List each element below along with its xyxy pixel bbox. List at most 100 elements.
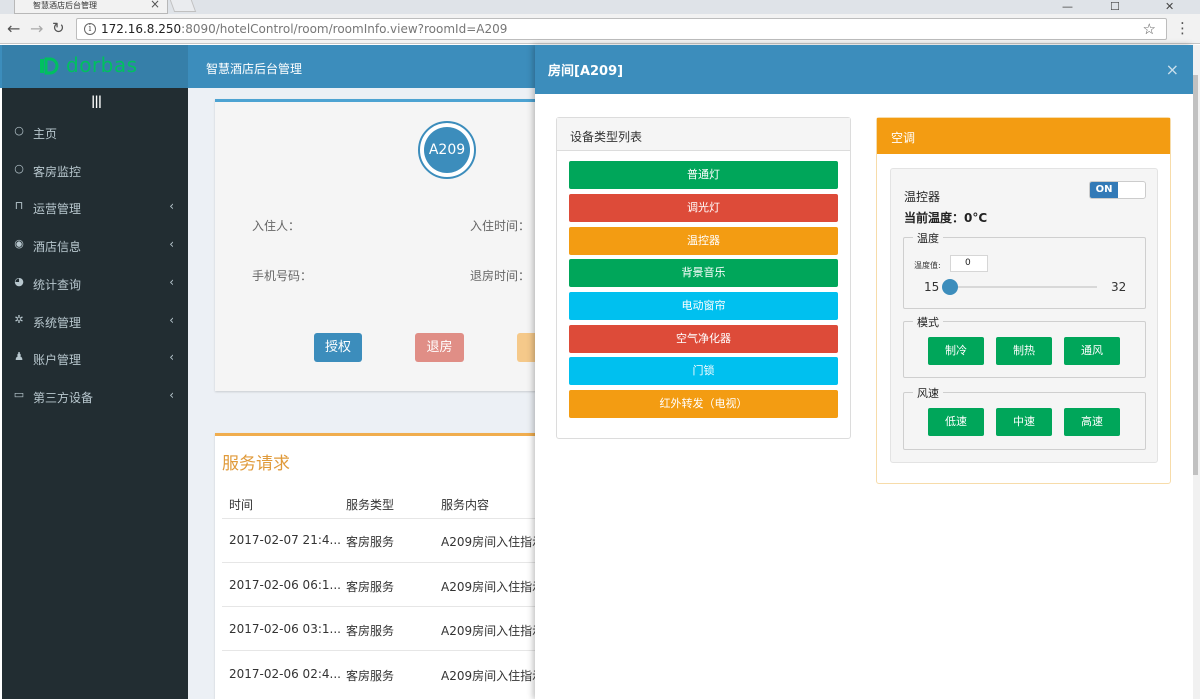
- sidebar-item-label: 酒店信息: [33, 240, 82, 254]
- fan-speed-fieldset: 风速 低速 中速 高速: [903, 385, 1146, 450]
- device-button-music[interactable]: 背景音乐: [569, 259, 838, 287]
- mode-fan-button[interactable]: 通风: [1064, 337, 1120, 365]
- checkout-button[interactable]: 退房: [415, 333, 464, 362]
- sidebar-item-operations[interactable]: ⊓ 运营管理 ‹: [2, 196, 188, 220]
- sidebar-item-label: 第三方设备: [33, 391, 94, 405]
- device-button-dimmer[interactable]: 调光灯: [569, 194, 838, 222]
- address-bar[interactable]: i 172.16.8.250:8090/hotelControl/room/ro…: [76, 18, 1167, 40]
- speed-low-button[interactable]: 低速: [928, 408, 984, 436]
- table-cell-time: 2017-02-06 02:4...: [229, 667, 341, 681]
- checkin-time-label: 入住时间：: [470, 219, 531, 233]
- logo-mark-icon: [40, 57, 59, 75]
- table-cell-content: A209房间入住指示: [441, 624, 545, 638]
- table-cell-content: A209房间入住指示: [441, 580, 545, 594]
- ac-header: 空调: [877, 118, 1170, 154]
- sidebar: ||| ○ 主页 ○ 客房监控 ⊓ 运营管理 ‹ ◉ 酒店信息 ‹ ◕ 统计查询…: [2, 88, 188, 699]
- power-toggle[interactable]: ON: [1089, 181, 1146, 199]
- speed-medium-button[interactable]: 中速: [996, 408, 1052, 436]
- air-conditioner-panel: 空调 温控器 ON 当前温度：0°C 温度 温度值: 0 15 32 模式 制冷…: [876, 117, 1171, 484]
- new-tab-button[interactable]: [169, 0, 197, 12]
- temperature-value-field[interactable]: 0: [950, 255, 988, 272]
- sidebar-item-system[interactable]: ✲ 系统管理 ‹: [2, 310, 188, 334]
- maximize-icon[interactable]: ☐: [1110, 0, 1120, 13]
- tab-close-icon[interactable]: ×: [150, 0, 160, 10]
- slider-min-label: 15: [924, 280, 940, 294]
- temperature-slider-handle[interactable]: [942, 279, 958, 295]
- device-button-light[interactable]: 普通灯: [569, 161, 838, 189]
- device-button-curtain[interactable]: 电动窗帘: [569, 292, 838, 320]
- temperature-slider-track[interactable]: [949, 286, 1097, 288]
- room-card: [215, 99, 545, 391]
- table-cell-type: 客房服务: [346, 580, 395, 594]
- thermostat-label: 温控器: [904, 190, 941, 204]
- circle-icon: ○: [14, 124, 24, 137]
- speed-high-button[interactable]: 高速: [1064, 408, 1120, 436]
- back-arrow-icon[interactable]: ←: [7, 19, 20, 38]
- sidebar-item-room-monitor[interactable]: ○ 客房监控: [2, 159, 188, 183]
- browser-toolbar: ← → ↻ i 172.16.8.250:8090/hotelControl/r…: [0, 14, 1200, 44]
- device-button-ir-tv[interactable]: 红外转发（电视）: [569, 390, 838, 418]
- toggle-on-label: ON: [1090, 182, 1118, 198]
- chevron-left-icon: ‹: [169, 313, 174, 327]
- slider-max-label: 32: [1111, 280, 1127, 294]
- room-modal: 房间[A209] × 设备类型列表 普通灯 调光灯 温控器 背景音乐 电动窗帘 …: [535, 45, 1193, 699]
- device-button-air-purifier[interactable]: 空气净化器: [569, 325, 838, 353]
- site-info-icon[interactable]: i: [84, 23, 96, 35]
- window-close-icon[interactable]: ✕: [1165, 0, 1174, 13]
- bookmark-star-icon[interactable]: ☆: [1143, 20, 1156, 38]
- chevron-left-icon: ‹: [169, 275, 174, 289]
- tab-title: 智慧酒店后台管理: [33, 1, 97, 10]
- column-header-content: 服务内容: [441, 498, 490, 512]
- table-divider: [222, 518, 535, 519]
- scrollbar-thumb[interactable]: [1193, 75, 1198, 475]
- mode-cool-button[interactable]: 制冷: [928, 337, 984, 365]
- sidebar-item-label: 系统管理: [33, 316, 82, 330]
- table-divider: [222, 650, 535, 651]
- close-icon[interactable]: ×: [1166, 60, 1179, 79]
- mode-heat-button[interactable]: 制热: [996, 337, 1052, 365]
- device-button-door-lock[interactable]: 门锁: [569, 357, 838, 385]
- logo-text: dorbas: [66, 53, 138, 77]
- ac-controls: 温控器 ON 当前温度：0°C 温度 温度值: 0 15 32 模式 制冷 制热…: [890, 168, 1158, 463]
- browser-menu-icon[interactable]: ⋮: [1175, 19, 1190, 37]
- sidebar-item-hotel-info[interactable]: ◉ 酒店信息 ‹: [2, 234, 188, 258]
- authorize-button[interactable]: 授权: [314, 333, 362, 362]
- eye-icon: ◉: [14, 237, 24, 250]
- sidebar-item-statistics[interactable]: ◕ 统计查询 ‹: [2, 272, 188, 296]
- service-request-title: 服务请求: [222, 454, 290, 474]
- device-type-list: 设备类型列表 普通灯 调光灯 温控器 背景音乐 电动窗帘 空气净化器 门锁 红外…: [556, 117, 851, 439]
- chevron-left-icon: ‹: [169, 199, 174, 213]
- sidebar-item-third-party[interactable]: ▭ 第三方设备 ‹: [2, 385, 188, 409]
- sidebar-item-label: 统计查询: [33, 278, 82, 292]
- guest-label: 入住人：: [252, 219, 301, 233]
- sidebar-item-home[interactable]: ○ 主页: [2, 121, 188, 145]
- sidebar-item-label: 主页: [33, 127, 58, 141]
- table-cell-time: 2017-02-06 06:1...: [229, 578, 341, 592]
- logo[interactable]: dorbas: [2, 45, 188, 88]
- sidebar-item-label: 客房监控: [33, 165, 82, 179]
- mode-legend: 模式: [913, 314, 943, 330]
- sidebar-toggle-icon[interactable]: |||: [91, 94, 102, 108]
- monitor-icon: ▭: [13, 388, 25, 401]
- url-path: :8090/hotelControl/room/roomInfo.view?ro…: [181, 22, 508, 36]
- device-button-thermostat[interactable]: 温控器: [569, 227, 838, 255]
- minimize-icon[interactable]: —: [1062, 0, 1073, 13]
- sidebar-item-accounts[interactable]: ♟ 账户管理 ‹: [2, 347, 188, 371]
- device-list-header: 设备类型列表: [557, 118, 850, 151]
- gear-icon: ✲: [14, 313, 24, 326]
- table-divider: [222, 606, 535, 607]
- circle-icon: ○: [14, 162, 24, 175]
- table-cell-content: A209房间入住指示: [441, 535, 545, 549]
- browser-tab[interactable]: 智慧酒店后台管理 ×: [14, 0, 168, 14]
- forward-arrow-icon[interactable]: →: [30, 19, 43, 38]
- chevron-left-icon: ‹: [169, 237, 174, 251]
- reload-icon[interactable]: ↻: [52, 19, 65, 37]
- extra-action-button[interactable]: [517, 333, 535, 362]
- checkout-time-label: 退房时间：: [470, 269, 531, 283]
- fan-speed-legend: 风速: [913, 385, 943, 401]
- scrollbar[interactable]: [1193, 45, 1200, 699]
- temperature-legend: 温度: [913, 230, 943, 246]
- sidebar-item-label: 运营管理: [33, 202, 82, 216]
- sidebar-item-label: 账户管理: [33, 353, 82, 367]
- current-temperature: 当前温度：0°C: [904, 211, 988, 225]
